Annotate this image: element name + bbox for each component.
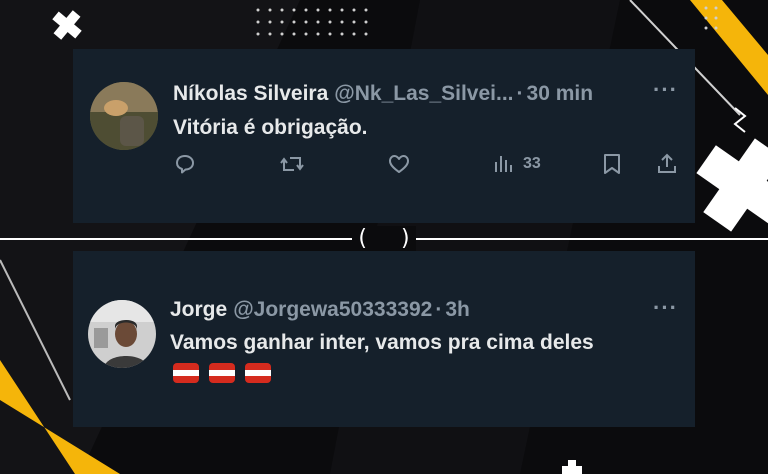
display-name[interactable]: Níkolas Silveira (173, 82, 328, 106)
flag-icon (173, 363, 199, 383)
flag-stripe (209, 376, 235, 383)
tweet-card[interactable]: Jorge @Jorgewa50333392 · 3h ··· Vamos ga… (73, 251, 695, 427)
share-button[interactable] (655, 152, 679, 176)
tweet-text: Vitória é obrigação. (173, 116, 368, 139)
avatar-image (88, 300, 156, 368)
divider-parentheses: ( ) (352, 226, 416, 252)
flag-stripe (245, 376, 271, 383)
bookmark-icon (604, 154, 620, 174)
reply-icon (176, 155, 194, 174)
avatar[interactable] (88, 300, 156, 368)
like-icon (389, 155, 409, 173)
avatar-image (90, 82, 158, 150)
action-bar: 33 (173, 152, 679, 182)
tweet-text: Vamos ganhar inter, vamos pra cima deles (170, 331, 594, 354)
separator: · (516, 82, 524, 105)
avatar[interactable] (90, 82, 158, 150)
paren-right: ) (401, 226, 410, 251)
flag-stripe (245, 369, 271, 377)
flag-stripe (209, 369, 235, 377)
paren-left: ( (358, 226, 367, 251)
bookmark-button[interactable] (601, 152, 623, 176)
flag-stripe (173, 376, 199, 383)
like-button[interactable] (387, 152, 411, 176)
views-button[interactable]: 33 (493, 152, 541, 176)
reply-button[interactable] (173, 152, 197, 176)
timestamp[interactable]: 3h (445, 298, 470, 322)
flag-stripe (209, 363, 235, 370)
flag-emojis (173, 363, 271, 383)
flag-stripe (173, 369, 199, 377)
timestamp[interactable]: 30 min (527, 82, 594, 106)
retweet-icon (280, 157, 304, 171)
display-name[interactable]: Jorge (170, 298, 227, 322)
views-count: 33 (523, 155, 541, 172)
more-icon[interactable]: ··· (653, 77, 678, 103)
flag-icon (209, 363, 235, 383)
share-icon (658, 153, 676, 173)
retweet-button[interactable] (279, 152, 305, 176)
user-handle[interactable]: @Jorgewa50333392 (233, 298, 432, 322)
flag-icon (245, 363, 271, 383)
separator: · (435, 298, 443, 321)
flag-stripe (173, 363, 199, 370)
user-handle[interactable]: @Nk_Las_Silvei... (334, 82, 513, 106)
more-icon[interactable]: ··· (653, 295, 678, 321)
tweet-card[interactable]: Níkolas Silveira @Nk_Las_Silvei... · 30 … (73, 49, 695, 223)
views-icon (495, 156, 512, 172)
tweet-header: Jorge @Jorgewa50333392 · 3h (170, 298, 470, 322)
flag-stripe (245, 363, 271, 370)
tweet-header: Níkolas Silveira @Nk_Las_Silvei... · 30 … (173, 82, 593, 106)
